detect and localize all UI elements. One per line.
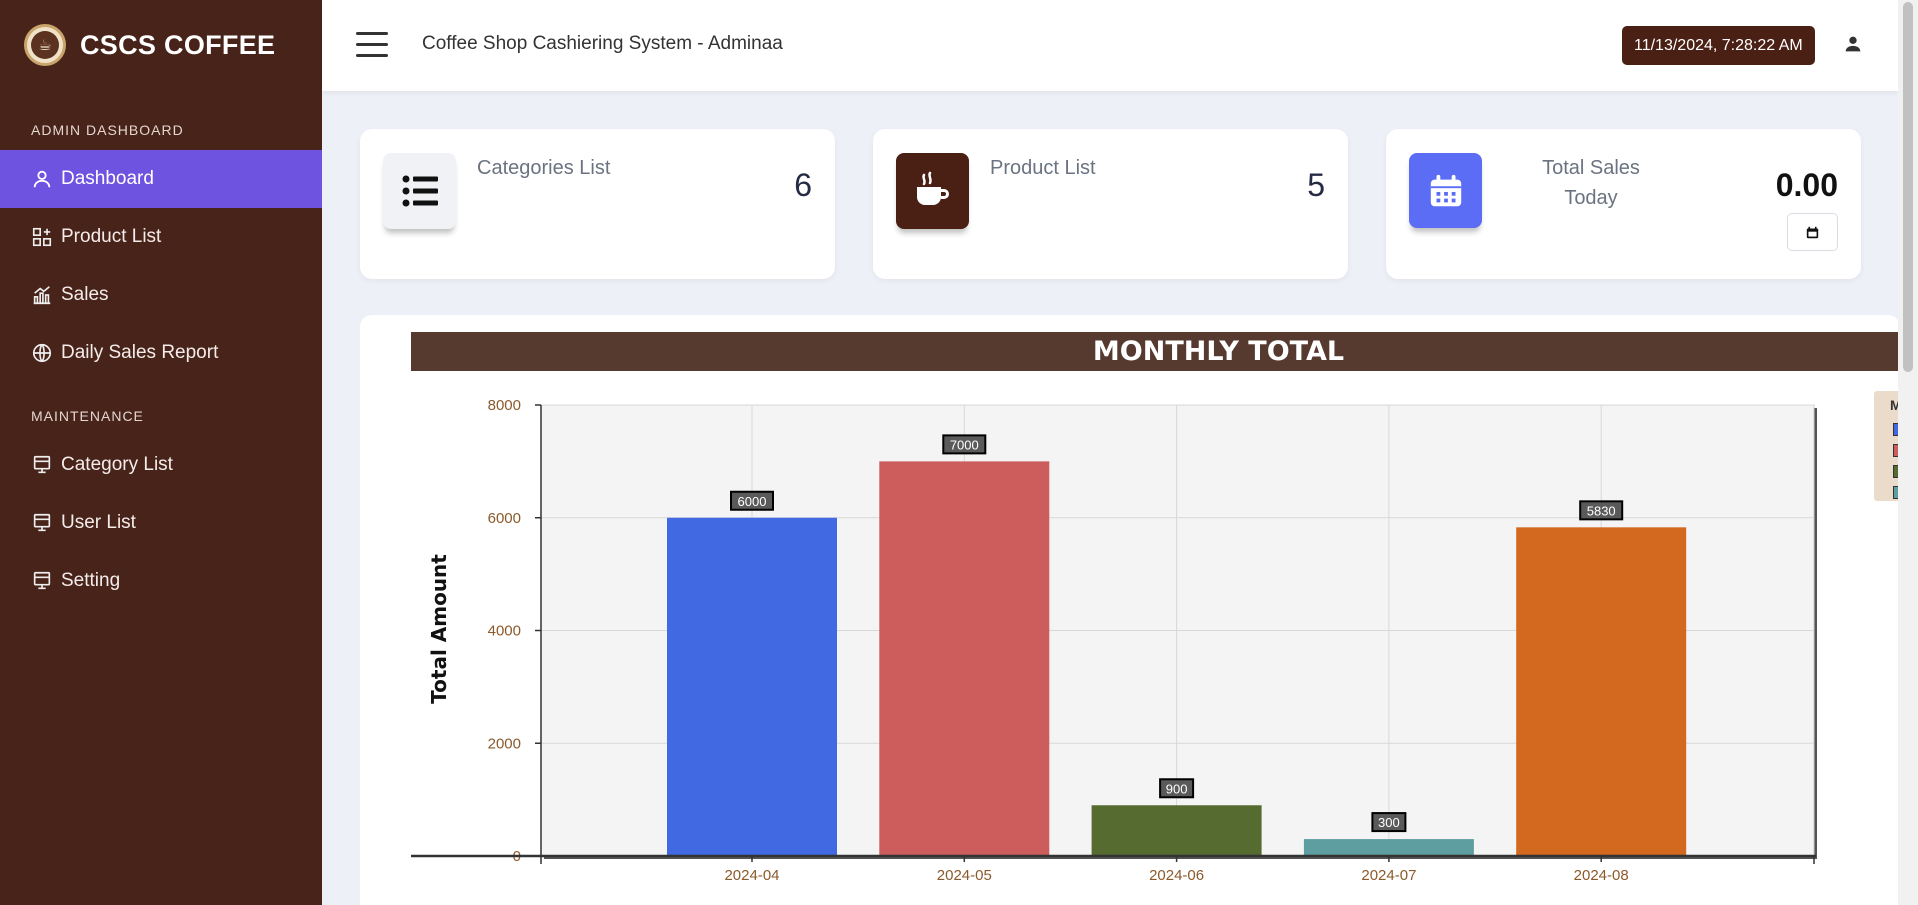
y-tick-label: 8000 bbox=[488, 397, 521, 414]
data-label: 300 bbox=[1378, 815, 1400, 830]
y-tick-label: 2000 bbox=[488, 735, 521, 752]
bar bbox=[1516, 527, 1687, 856]
y-axis-label: Total Amount bbox=[427, 554, 451, 704]
x-tick-label: 2024-04 bbox=[724, 867, 779, 884]
x-tick-label: 2024-07 bbox=[1361, 867, 1416, 884]
bar bbox=[1091, 805, 1262, 856]
data-label: 900 bbox=[1166, 781, 1188, 796]
x-tick-label: 2024-08 bbox=[1574, 867, 1629, 884]
data-label: 7000 bbox=[950, 437, 979, 452]
data-label: 6000 bbox=[738, 494, 767, 509]
monthly-total-chart: 0200040006000800060002024-0470002024-059… bbox=[411, 397, 1817, 884]
vertical-scrollbar[interactable] bbox=[1898, 0, 1918, 905]
y-tick-label: 6000 bbox=[488, 510, 521, 527]
x-tick-label: 2024-06 bbox=[1149, 867, 1204, 884]
x-tick-label: 2024-05 bbox=[937, 867, 992, 884]
bar bbox=[879, 461, 1050, 856]
bar bbox=[1303, 839, 1474, 856]
data-label: 5830 bbox=[1587, 503, 1616, 518]
bar bbox=[667, 517, 837, 856]
y-tick-label: 4000 bbox=[488, 623, 521, 640]
scrollbar-thumb[interactable] bbox=[1903, 2, 1913, 372]
